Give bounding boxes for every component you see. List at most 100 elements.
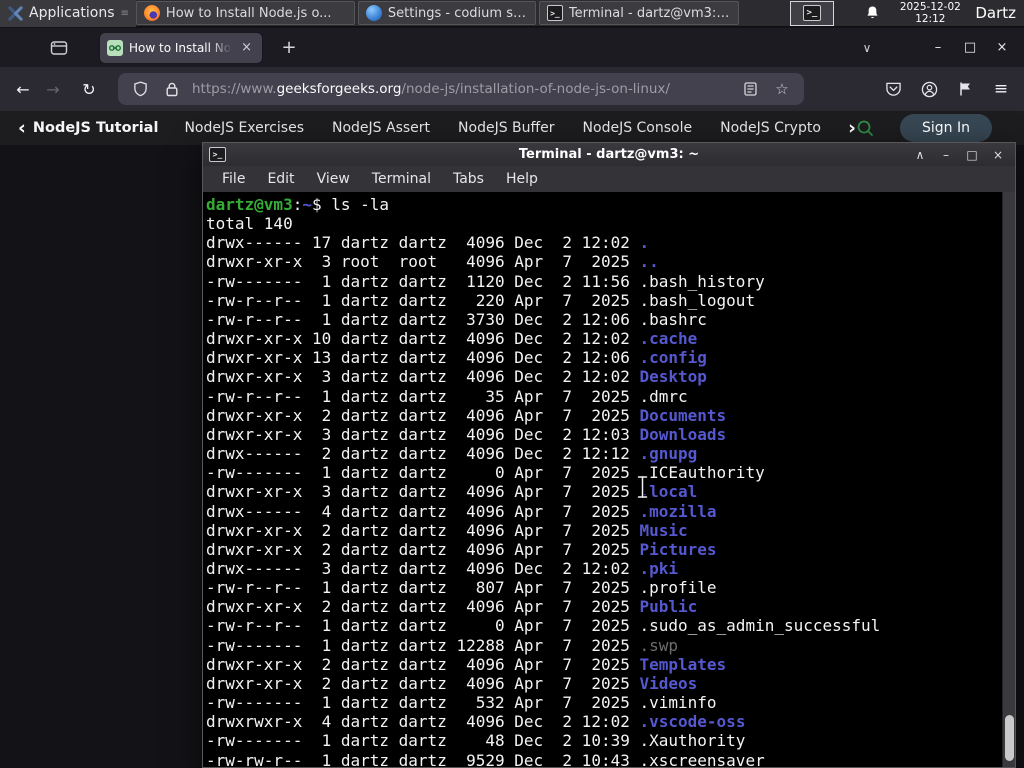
terminal-line: -rw-rw-r-- 1 dartz dartz 9529 Dec 2 10:4… [206, 750, 765, 767]
nav-item[interactable]: NodeJS Console [583, 120, 693, 136]
menu-view[interactable]: View [306, 166, 361, 192]
vscodium-icon [365, 5, 382, 21]
browser-tab[interactable]: How to Install Node.js on... × [100, 32, 262, 63]
panel-terminal-launcher[interactable]: >_ [789, 0, 834, 26]
nav-item[interactable]: NodeJS Buffer [458, 120, 555, 136]
firefox-view-icon [50, 40, 68, 55]
terminal-line: drwx------ 2 dartz dartz 4096 Dec 2 12:1… [206, 444, 698, 464]
terminal-line: drwxr-xr-x 2 dartz dartz 4096 Apr 7 2025… [206, 597, 698, 617]
terminal-icon: >_ [209, 147, 226, 162]
browser-minimize-button[interactable]: – [922, 35, 954, 61]
terminal-line: drwxr-xr-x 3 dartz dartz 4096 Dec 2 12:0… [206, 424, 727, 444]
terminal-line: dartz@vm3:~$ ls -la [206, 195, 390, 214]
url-scheme: https://www. [192, 81, 277, 97]
terminal-icon: >_ [802, 5, 821, 21]
terminal-maximize-button[interactable]: □ [961, 145, 983, 165]
panel-window-button-firefox[interactable]: How to Install Node.js o... [135, 1, 355, 25]
terminal-line: -rw------- 1 dartz dartz 48 Dec 2 10:39 … [206, 731, 746, 751]
user-menu-label[interactable]: Dartz [975, 4, 1016, 22]
firefox-view-button[interactable] [44, 33, 74, 63]
chevron-right-icon[interactable]: › [848, 117, 856, 139]
account-icon [921, 81, 937, 97]
menu-help[interactable]: Help [495, 166, 549, 192]
terminal-line: -rw-r--r-- 1 dartz dartz 0 Apr 7 2025 .s… [206, 616, 881, 636]
extensions-button[interactable] [950, 74, 980, 104]
new-tab-button[interactable]: + [276, 35, 302, 61]
menu-file[interactable]: File [211, 166, 256, 192]
menu-tabs[interactable]: Tabs [442, 166, 495, 192]
panel-tray: 2025-12-02 12:12 Dartz [861, 0, 1024, 27]
terminal-icon: >_ [546, 5, 563, 21]
terminal-line: drwxrwxr-x 4 dartz dartz 4096 Dec 2 12:0… [206, 712, 746, 732]
tracking-protection-shield-icon[interactable] [128, 77, 152, 101]
terminal-line: drwx------ 17 dartz dartz 4096 Dec 2 12:… [206, 233, 650, 253]
panel-window-button-terminal[interactable]: >_ Terminal - dartz@vm3: ~ [538, 1, 739, 25]
page-nav-items: NodeJS Exercises NodeJS Assert NodeJS Buff… [184, 120, 846, 136]
nav-item[interactable]: NodeJS Exercises [184, 120, 304, 136]
nav-item[interactable]: NodeJS Assert [332, 120, 430, 136]
page-nav-bar: ‹ NodeJS Tutorial NodeJS Exercises NodeJS… [0, 111, 1024, 145]
terminal-line: drwxr-xr-x 2 dartz dartz 4096 Apr 7 2025… [206, 520, 688, 540]
applications-label: Applications [29, 5, 115, 21]
sign-in-button[interactable]: Sign In [900, 114, 992, 142]
terminal-window: >_ Terminal - dartz@vm3: ~ ∧ – □ × File E… [202, 142, 1016, 768]
search-icon [857, 120, 873, 136]
terminal-line: -rw-r--r-- 1 dartz dartz 807 Apr 7 2025 … [206, 578, 717, 598]
account-button[interactable] [914, 74, 944, 104]
browser-close-button[interactable]: × [986, 35, 1018, 61]
window-button-title: Terminal - dartz@vm3: ~ [568, 5, 731, 21]
clock-widget[interactable]: 2025-12-02 12:12 [893, 1, 967, 25]
url-path: /node-js/installation-of-node-js-on-linu… [401, 81, 670, 97]
window-button-title: Settings - codium script... [387, 5, 528, 21]
browser-maximize-button[interactable]: □ [954, 35, 986, 61]
page-search-button[interactable] [856, 119, 874, 137]
notifications-button[interactable] [861, 0, 883, 27]
applications-caret-icon: ≡ [120, 7, 129, 19]
terminal-line: drwxr-xr-x 2 dartz dartz 4096 Apr 7 2025… [206, 405, 727, 425]
terminal-line: drwxr-xr-x 3 dartz dartz 4096 Apr 7 2025… [206, 482, 698, 502]
lock-icon[interactable] [160, 77, 184, 101]
terminal-scrollbar[interactable] [1002, 192, 1015, 767]
terminal-line: drwxr-xr-x 3 root root 4096 Apr 7 2025 .… [206, 252, 659, 272]
menu-terminal[interactable]: Terminal [361, 166, 442, 192]
terminal-close-button[interactable]: × [987, 145, 1009, 165]
reader-view-button[interactable] [738, 77, 762, 101]
chevron-left-icon[interactable]: ‹ [18, 117, 26, 139]
distro-logo-icon [8, 5, 23, 21]
terminal-line: -rw-r--r-- 1 dartz dartz 3730 Dec 2 12:0… [206, 309, 707, 329]
terminal-line: drwx------ 4 dartz dartz 4096 Apr 7 2025… [206, 501, 717, 521]
window-button-title: How to Install Node.js o... [165, 5, 332, 21]
reload-button[interactable]: ↻ [74, 74, 104, 104]
bookmark-star-icon[interactable]: ☆ [770, 77, 794, 101]
terminal-menubar: File Edit View Terminal Tabs Help [203, 166, 1015, 192]
pocket-icon [885, 82, 901, 96]
pocket-button[interactable] [878, 74, 908, 104]
nav-item-nodejs-tutorial[interactable]: NodeJS Tutorial [33, 120, 159, 136]
forward-button[interactable]: → [38, 74, 68, 104]
list-all-tabs-button[interactable]: ∨ [854, 35, 880, 61]
terminal-line: drwxr-xr-x 3 dartz dartz 4096 Dec 2 12:0… [206, 367, 707, 387]
clock-time: 12:12 [915, 13, 946, 25]
terminal-scrollbar-thumb[interactable] [1005, 715, 1014, 761]
nav-item[interactable]: NodeJS Crypto [720, 120, 821, 136]
terminal-title: Terminal - dartz@vm3: ~ [518, 147, 700, 162]
top-panel: Applications ≡ How to Install Node.js o.… [0, 0, 1024, 27]
terminal-line: -rw------- 1 dartz dartz 0 Apr 7 2025 .I… [206, 463, 765, 483]
navigation-toolbar: ← → ↻ https://www.geeksforgeeks.org/node… [0, 67, 1024, 111]
terminal-minimize-button[interactable]: – [935, 145, 957, 165]
tab-title: How to Install Node.js on... [129, 40, 232, 55]
back-button[interactable]: ← [8, 74, 38, 104]
applications-menu-button[interactable]: Applications ≡ [0, 0, 136, 27]
terminal-titlebar[interactable]: >_ Terminal - dartz@vm3: ~ ∧ – □ × [203, 143, 1015, 166]
terminal-line: drwxr-xr-x 2 dartz dartz 4096 Apr 7 2025… [206, 539, 717, 559]
terminal-line: drwxr-xr-x 10 dartz dartz 4096 Dec 2 12:… [206, 329, 698, 349]
terminal-shade-button[interactable]: ∧ [909, 145, 931, 165]
firefox-icon [143, 5, 160, 21]
tab-close-icon[interactable]: × [238, 40, 255, 55]
terminal-window-controls: ∧ – □ × [909, 145, 1009, 165]
app-menu-button[interactable]: ≡ [986, 74, 1016, 104]
panel-window-button-vscodium[interactable]: Settings - codium script... [357, 1, 536, 25]
menu-edit[interactable]: Edit [256, 166, 305, 192]
url-bar[interactable]: https://www.geeksforgeeks.org/node-js/in… [118, 73, 804, 105]
terminal-body[interactable]: dartz@vm3:~$ ls -la total 140 drwx------ 1… [203, 192, 1015, 767]
